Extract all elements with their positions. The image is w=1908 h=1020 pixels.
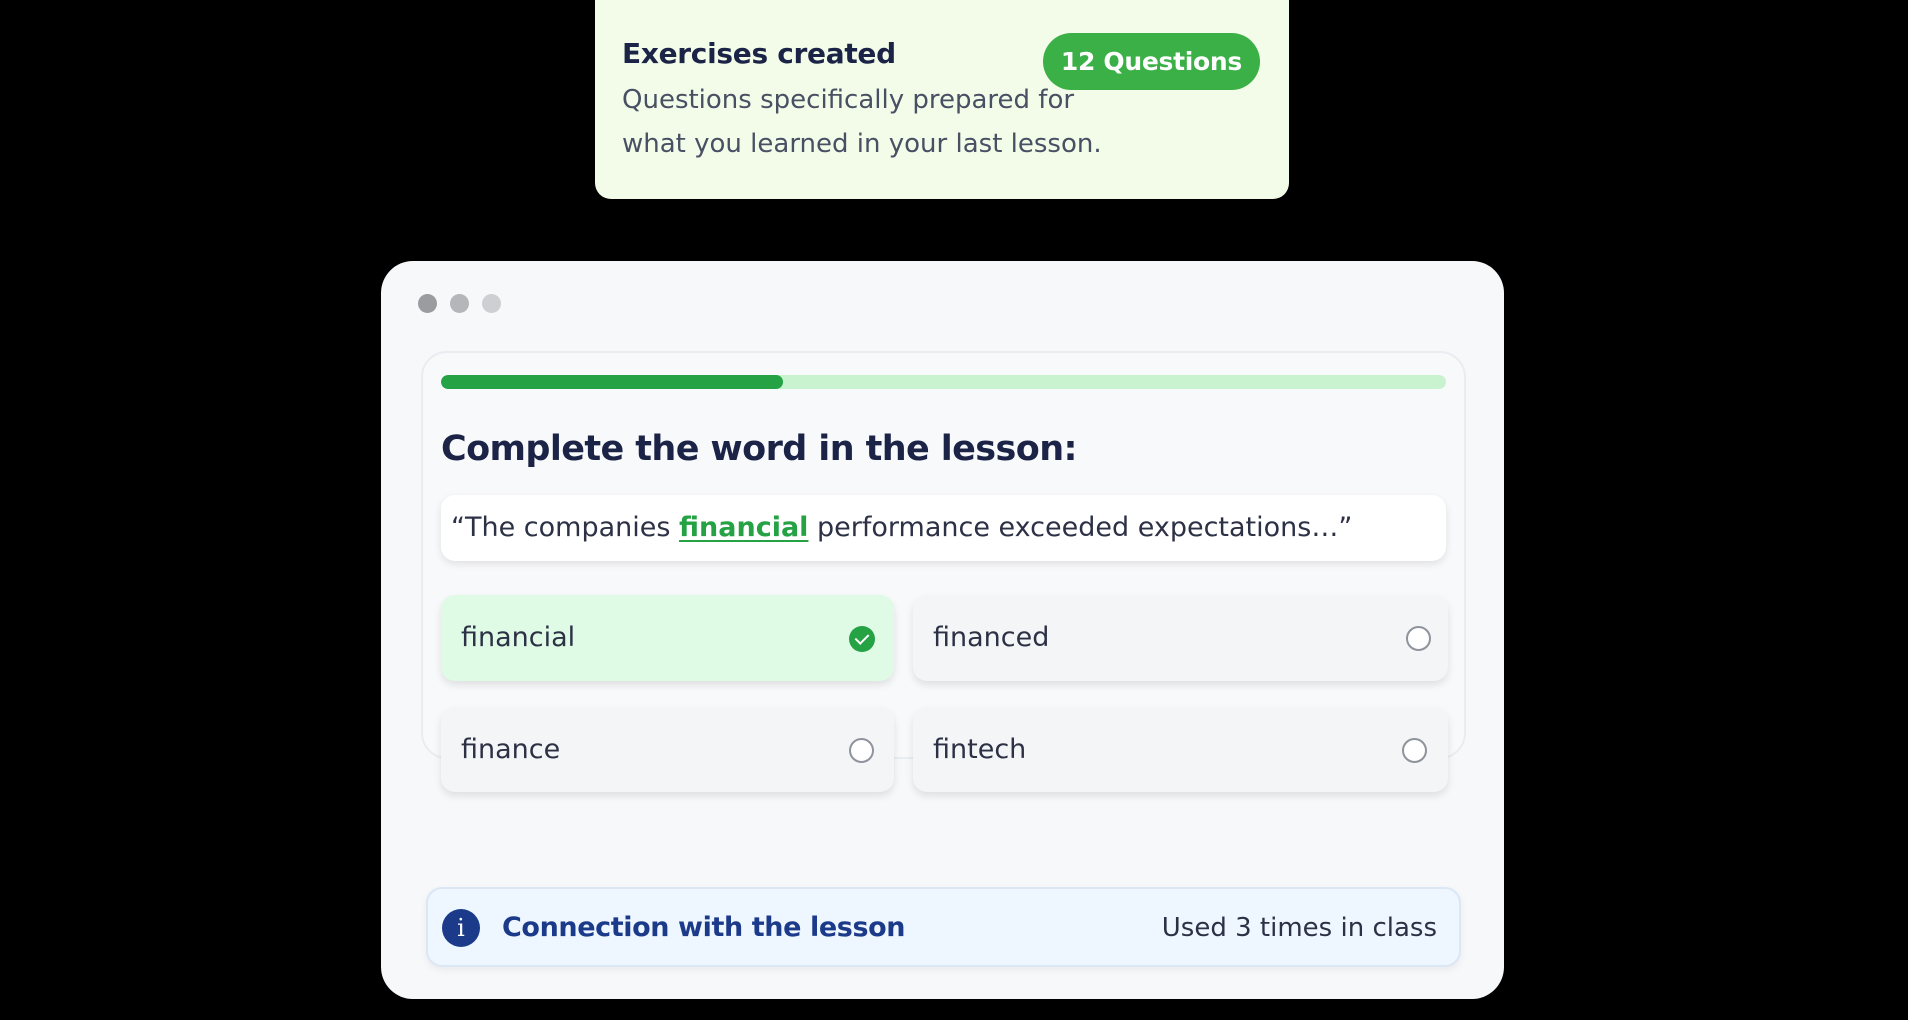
notice-description: Questions specifically prepared for what… xyxy=(622,85,1102,159)
check-circle-icon xyxy=(849,626,875,652)
answer-option-financial[interactable]: financial xyxy=(441,595,894,681)
sentence-text-after: performance exceeded expectations…” xyxy=(808,512,1353,543)
question-count-badge: 12 Questions xyxy=(1042,33,1260,90)
sentence-text-before: “The companies xyxy=(451,512,680,543)
answer-option-finance[interactable]: finance xyxy=(441,707,894,792)
sentence-highlight-word: financial xyxy=(679,512,809,543)
answer-option-financed[interactable]: financed xyxy=(913,595,1448,681)
answer-option-label: financial xyxy=(461,622,576,653)
radio-circle-icon[interactable] xyxy=(1402,738,1427,763)
question-title: Complete the word in the lesson: xyxy=(441,429,1078,469)
exercises-created-card: Exercises created Questions specifically… xyxy=(595,0,1289,199)
app-window: Complete the word in the lesson: “The co… xyxy=(381,261,1504,999)
progress-bar xyxy=(441,375,1446,389)
window-dot-minimize[interactable] xyxy=(450,294,469,313)
window-controls xyxy=(418,294,501,313)
sentence-box: “The companies financial performance exc… xyxy=(441,495,1446,561)
answer-option-label: financed xyxy=(933,622,1050,653)
quiz-panel: Complete the word in the lesson: “The co… xyxy=(421,351,1466,792)
answer-option-label: fintech xyxy=(933,734,1027,765)
answer-option-fintech[interactable]: fintech xyxy=(913,707,1448,792)
answer-option-label: finance xyxy=(461,734,561,765)
info-icon: i xyxy=(442,909,480,947)
progress-bar-fill xyxy=(441,375,783,389)
radio-circle-icon[interactable] xyxy=(849,738,874,763)
window-dot-maximize[interactable] xyxy=(482,294,501,313)
usage-count: Used 3 times in class xyxy=(1161,913,1437,943)
window-dot-close[interactable] xyxy=(418,294,437,313)
connection-label: Connection with the lesson xyxy=(502,912,906,943)
lesson-connection-bar[interactable]: i Connection with the lesson Used 3 time… xyxy=(426,887,1461,967)
radio-circle-icon[interactable] xyxy=(1406,626,1431,651)
